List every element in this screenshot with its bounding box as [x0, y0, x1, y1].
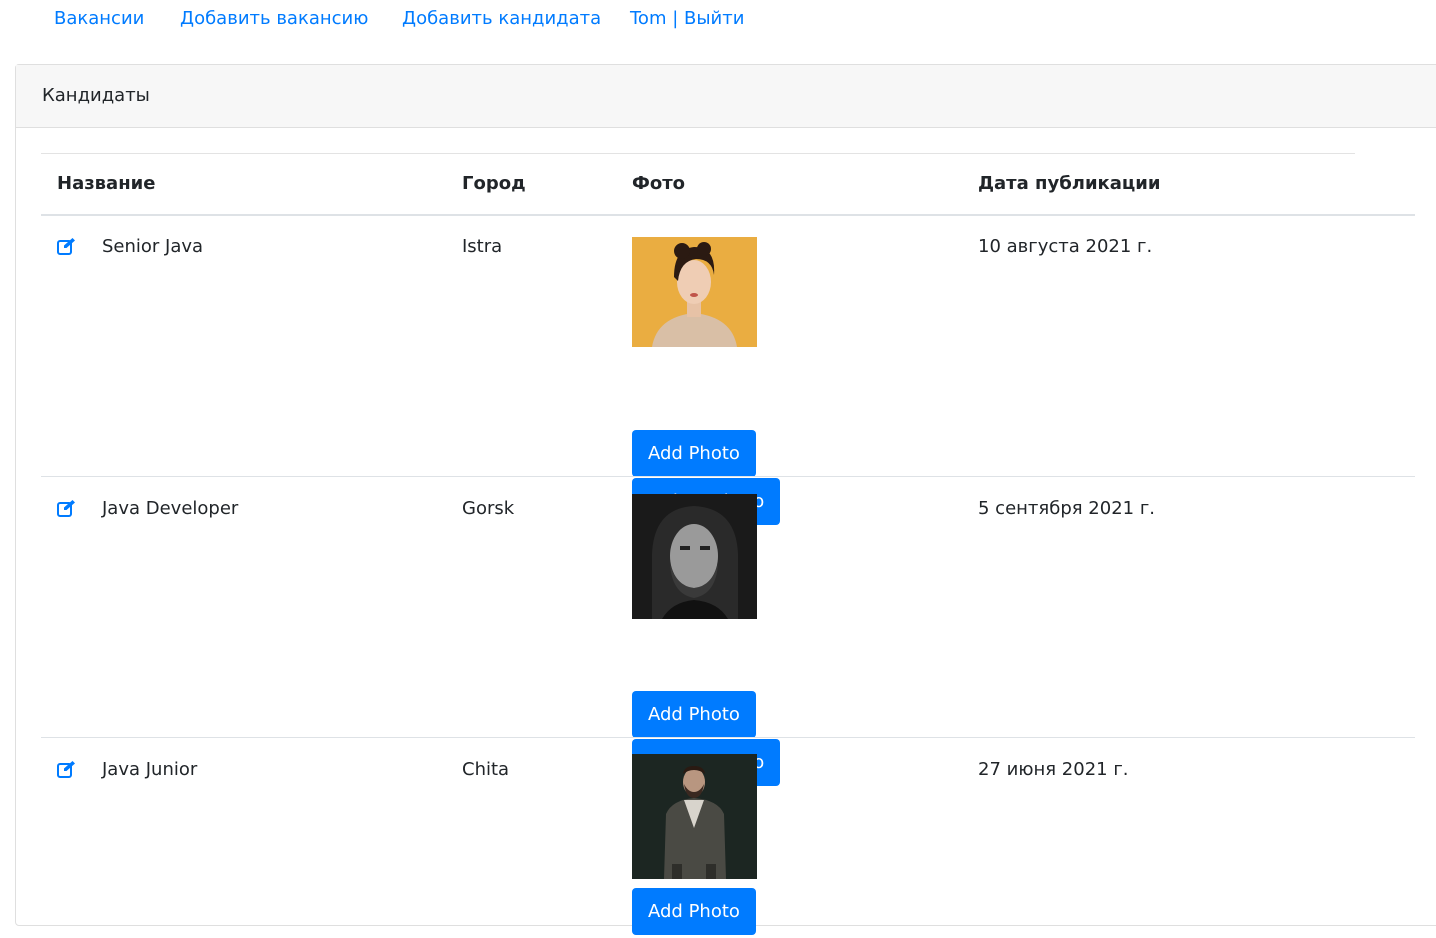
column-header-name: Название — [57, 173, 156, 194]
nav-link-vacancies[interactable]: Вакансии — [54, 8, 144, 29]
candidate-name: Senior Java — [102, 236, 204, 257]
publication-date: 27 июня 2021 г. — [978, 759, 1129, 780]
candidates-card: Кандидаты Название Город Фото Дата публи… — [15, 64, 1436, 935]
column-header-photo: Фото — [632, 173, 686, 194]
publication-date: 10 августа 2021 г. — [978, 236, 1153, 257]
column-header-date: Дата публикации — [978, 173, 1161, 194]
table-row: Java Developer Gorsk Add Photo Delete Ph… — [41, 477, 1415, 786]
top-nav: Вакансии Добавить вакансию Добавить канд… — [0, 0, 1436, 42]
publication-date: 5 сентября 2021 г. — [978, 498, 1156, 519]
table-row: Senior Java Istra Add Photo Delete Photo… — [41, 216, 1415, 525]
table-row: Java Junior Chita Add Photo 27 июня 2021… — [41, 738, 1415, 938]
divider — [41, 153, 1355, 154]
nav-link-add-candidate[interactable]: Добавить кандидата — [402, 8, 601, 29]
edit-icon[interactable] — [57, 237, 77, 255]
edit-icon[interactable] — [57, 760, 77, 778]
candidate-name: Java Junior — [102, 759, 198, 780]
edit-icon[interactable] — [57, 499, 77, 517]
candidate-name: Java Developer — [102, 498, 239, 519]
card-header: Кандидаты — [16, 65, 1436, 128]
candidate-photo — [632, 754, 757, 879]
nav-link-add-vacancy[interactable]: Добавить вакансию — [180, 8, 368, 29]
add-photo-button[interactable]: Add Photo — [632, 691, 756, 738]
candidate-city: Chita — [462, 759, 510, 780]
add-photo-button[interactable]: Add Photo — [632, 430, 756, 477]
column-header-city: Город — [462, 173, 526, 194]
candidate-city: Istra — [462, 236, 503, 257]
candidate-photo — [632, 237, 757, 347]
add-photo-button[interactable]: Add Photo — [632, 888, 756, 935]
nav-link-user-logout[interactable]: Tom | Выйти — [630, 8, 744, 29]
candidate-photo — [632, 494, 757, 619]
candidate-city: Gorsk — [462, 498, 515, 519]
card-title: Кандидаты — [42, 85, 150, 106]
